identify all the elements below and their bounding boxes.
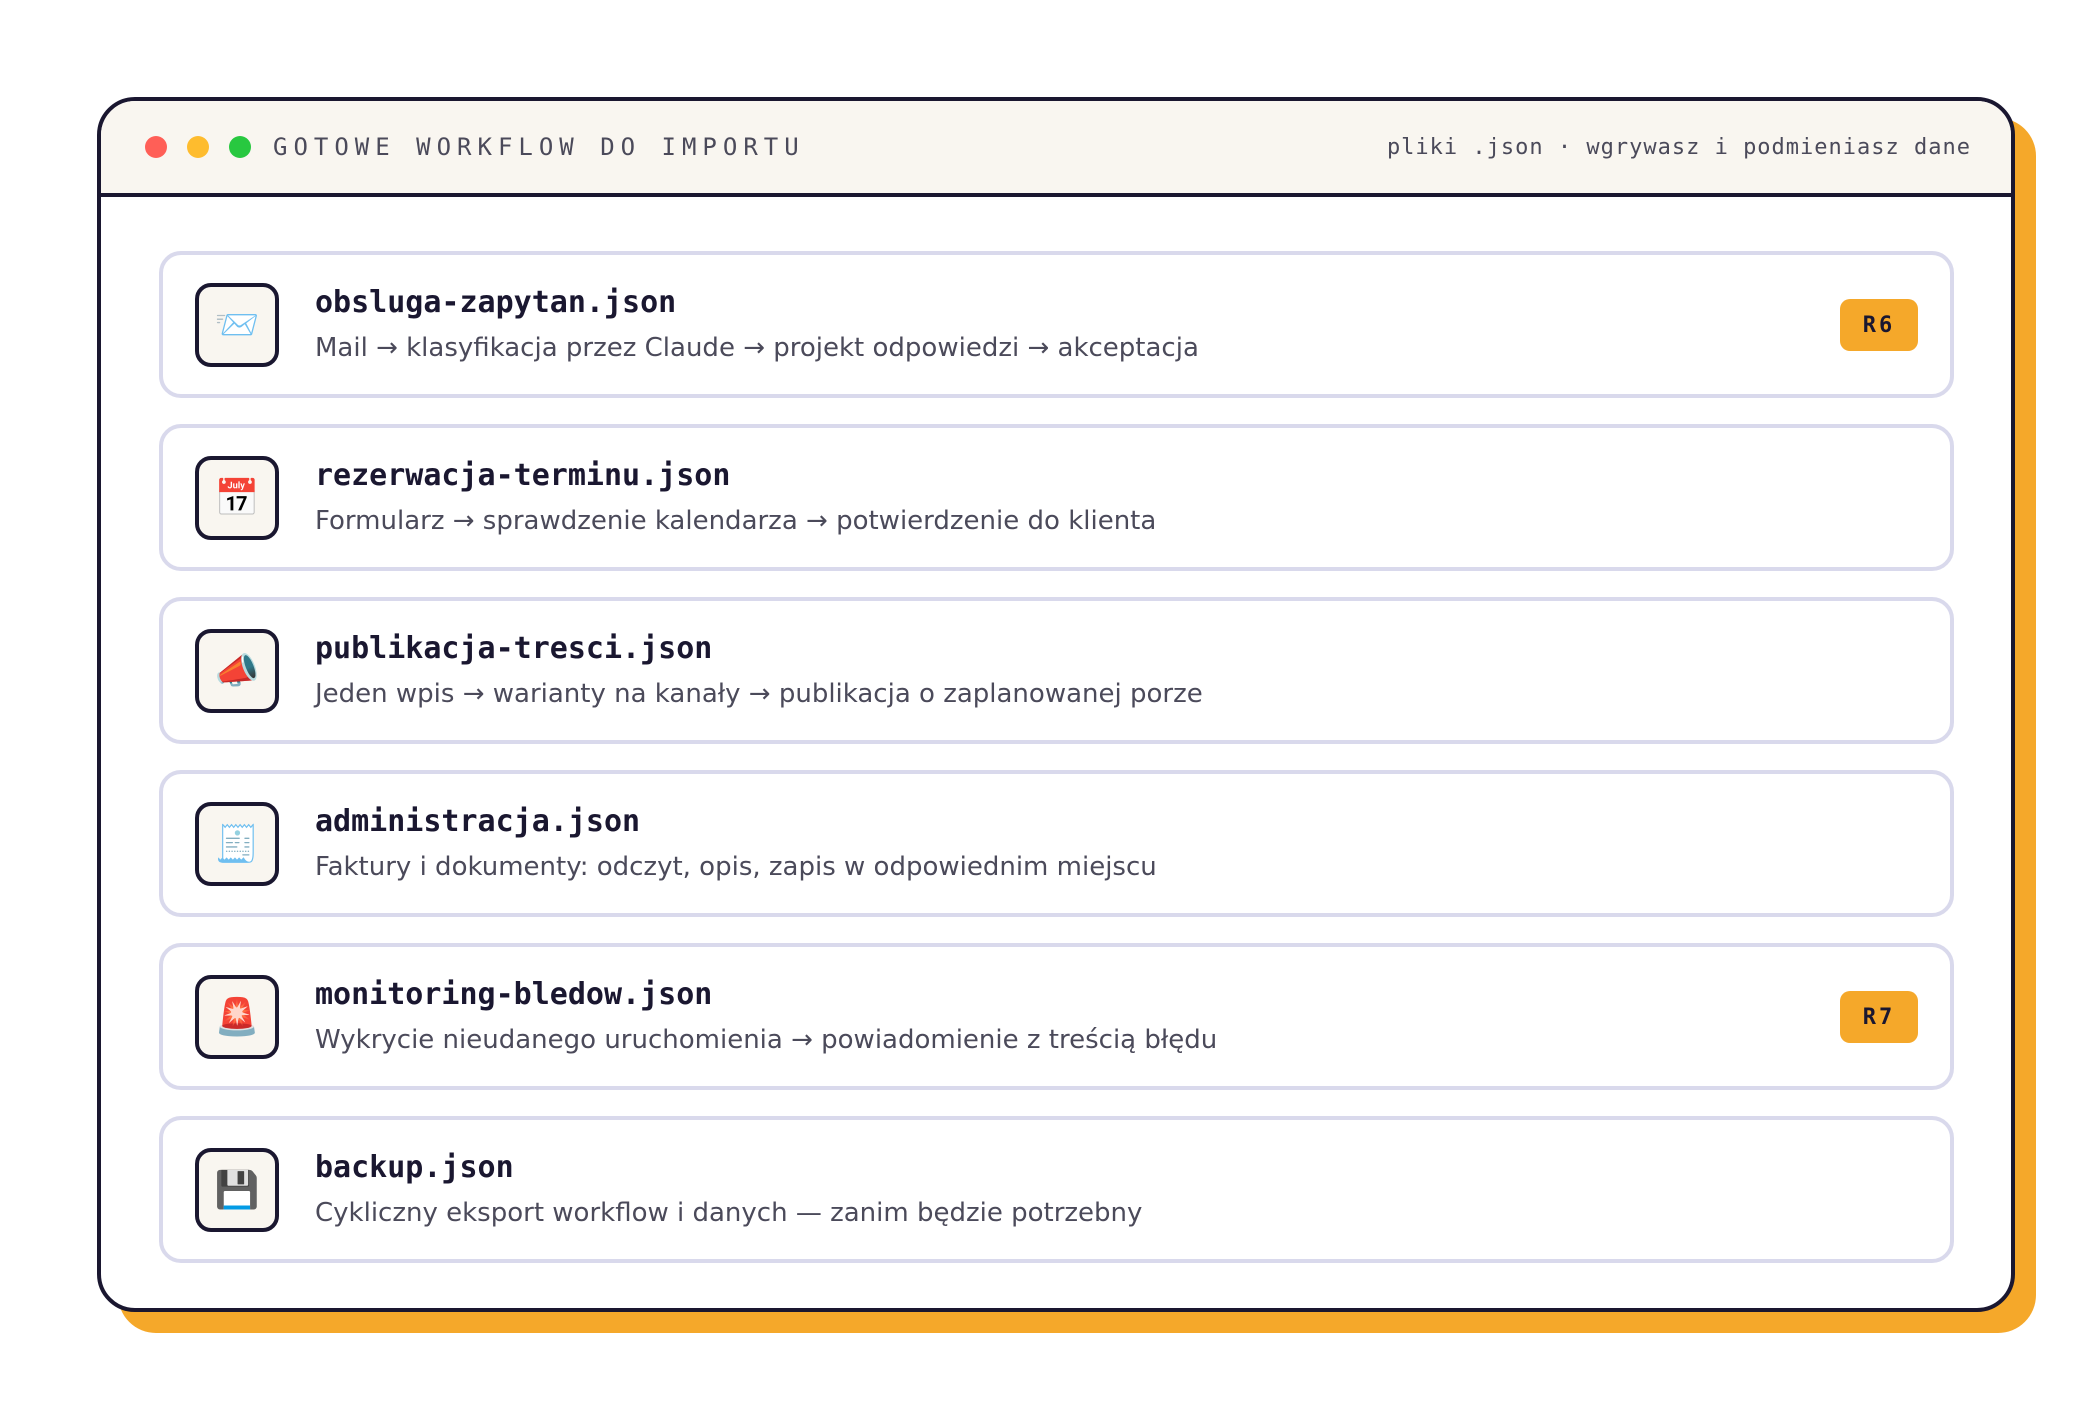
workflow-window: GOTOWE WORKFLOW DO IMPORTU pliki .json ·… <box>97 97 2015 1312</box>
workflow-file-name: backup.json <box>315 1150 514 1185</box>
workflow-item-monitoring-bledow[interactable]: 🚨 monitoring-bledow.json Wykrycie nieuda… <box>159 943 1954 1090</box>
calendar-icon: 📅 <box>195 456 279 540</box>
workflow-list: 📨 obsluga-zapytan.json Mail → klasyfikac… <box>159 251 1954 1289</box>
workflow-description: Formularz → sprawdzenie kalendarza → pot… <box>315 506 1157 536</box>
workflow-file-name: monitoring-bledow.json <box>315 977 713 1012</box>
workflow-file-name: administracja.json <box>315 804 641 839</box>
workflow-description: Cykliczny eksport workflow i danych — za… <box>315 1198 1143 1228</box>
maximize-window-button[interactable] <box>229 136 251 158</box>
workflow-file-name: rezerwacja-terminu.json <box>315 458 731 493</box>
workflow-item-obsluga-zapytan[interactable]: 📨 obsluga-zapytan.json Mail → klasyfikac… <box>159 251 1954 398</box>
floppy-disk-icon: 💾 <box>195 1148 279 1232</box>
siren-icon: 🚨 <box>195 975 279 1059</box>
workflow-badge: R6 <box>1840 299 1918 351</box>
workflow-item-rezerwacja-terminu[interactable]: 📅 rezerwacja-terminu.json Formularz → sp… <box>159 424 1954 571</box>
receipt-icon: 🧾 <box>195 802 279 886</box>
window-subtitle: pliki .json · wgrywasz i podmieniasz dan… <box>1386 134 1971 160</box>
workflow-description: Wykrycie nieudanego uruchomienia → powia… <box>315 1025 1218 1055</box>
workflow-description: Mail → klasyfikacja przez Claude → proje… <box>315 333 1199 363</box>
megaphone-icon: 📣 <box>195 629 279 713</box>
envelope-icon: 📨 <box>195 283 279 367</box>
workflow-item-publikacja-tresci[interactable]: 📣 publikacja-tresci.json Jeden wpis → wa… <box>159 597 1954 744</box>
workflow-file-name: publikacja-tresci.json <box>315 631 713 666</box>
workflow-item-administracja[interactable]: 🧾 administracja.json Faktury i dokumenty… <box>159 770 1954 917</box>
close-window-button[interactable] <box>145 136 167 158</box>
workflow-item-backup[interactable]: 💾 backup.json Cykliczny eksport workflow… <box>159 1116 1954 1263</box>
workflow-description: Faktury i dokumenty: odczyt, opis, zapis… <box>315 852 1157 882</box>
workflow-file-name: obsluga-zapytan.json <box>315 285 677 320</box>
workflow-badge: R7 <box>1840 991 1918 1043</box>
title-bar: GOTOWE WORKFLOW DO IMPORTU pliki .json ·… <box>101 101 2011 197</box>
workflow-description: Jeden wpis → warianty na kanały → publik… <box>315 679 1203 709</box>
window-title: GOTOWE WORKFLOW DO IMPORTU <box>273 133 805 161</box>
minimize-window-button[interactable] <box>187 136 209 158</box>
